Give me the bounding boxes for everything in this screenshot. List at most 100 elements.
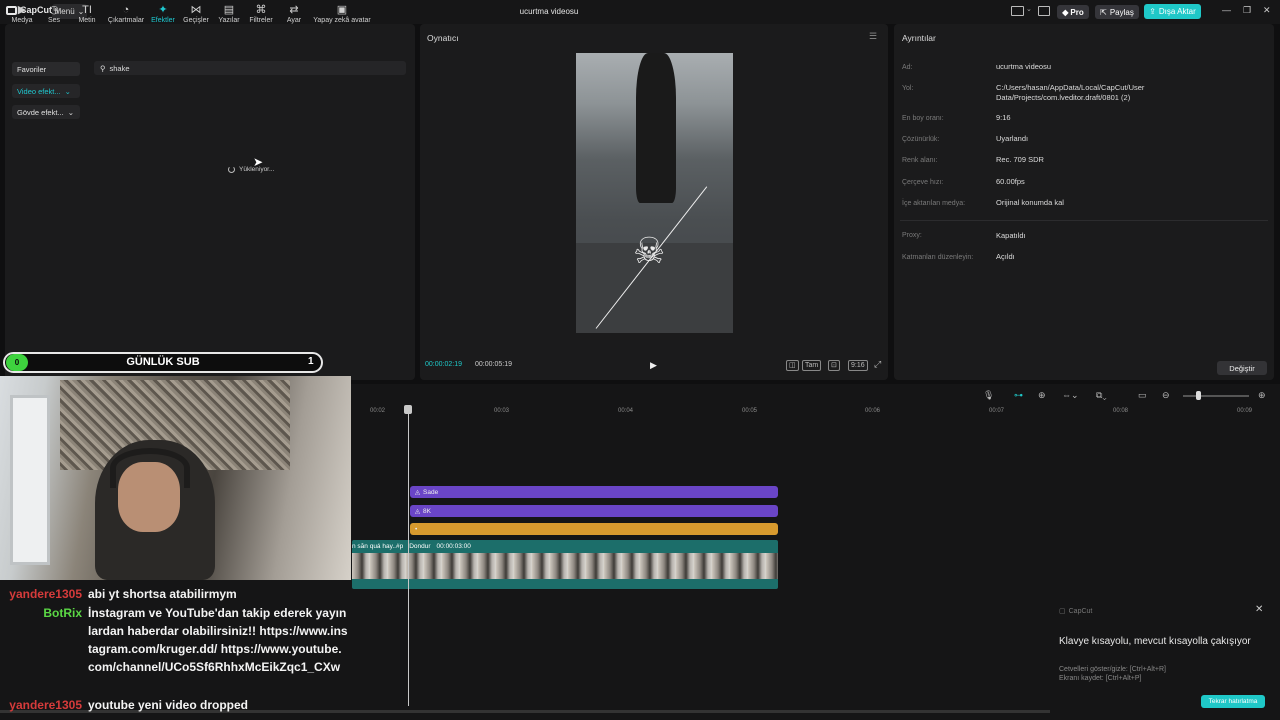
effect-clip[interactable]: ◬ Sade: [410, 486, 778, 498]
ruler-tick: 00:02: [370, 408, 386, 414]
tool-label: Ses: [47, 17, 61, 24]
clip-status: Dondur: [409, 543, 431, 550]
clip-name: n săn quá hay..#p: [352, 543, 404, 550]
chat-text: İnstagram ve YouTube'dan takip ederek ya…: [88, 606, 348, 674]
sidebar-item-label: Video efekt...: [17, 86, 61, 96]
chat-username: BotRix: [43, 606, 82, 620]
change-button[interactable]: Değiştir: [1217, 361, 1267, 375]
detail-value: Açıldı: [996, 252, 1015, 261]
headphones-icon: [110, 448, 190, 488]
fullscreen-icon[interactable]: ⤢: [874, 359, 881, 370]
sidebar-favorites[interactable]: Favoriler: [12, 62, 80, 76]
playhead[interactable]: [408, 406, 409, 706]
close-icon[interactable]: ✕: [1263, 5, 1271, 16]
text-icon: TI: [82, 4, 92, 16]
tool-effects[interactable]: ✦ Efektler: [145, 3, 181, 24]
snapshot-icon[interactable]: ◫: [786, 360, 799, 371]
pro-label: Pro: [1070, 7, 1084, 17]
current-time: 00:00:02:19: [425, 361, 462, 368]
tool-captions[interactable]: ▤ Yazılar: [211, 3, 247, 24]
sticker-clip[interactable]: •: [410, 523, 778, 535]
person-figure: [636, 53, 676, 203]
crop-icon[interactable]: ⊡: [828, 360, 840, 371]
detail-value: Uyarlandı: [996, 134, 1029, 143]
avatar-icon: ▣: [336, 4, 348, 16]
sidebar-video-effects[interactable]: Video efekt... ⌄: [12, 84, 80, 98]
player-title: Oynatıcı: [427, 33, 459, 43]
tool-stickers[interactable]: ◔ Çıkartmalar: [104, 3, 148, 24]
effect-clip[interactable]: ◬ 8K: [410, 505, 778, 517]
microphone-icon[interactable]: 🎙: [983, 390, 994, 401]
ruler-tick: 00:07: [989, 408, 1005, 414]
ratio-button[interactable]: 9:16: [848, 360, 868, 371]
snap-icon[interactable]: ⇔⌄: [1062, 390, 1079, 401]
effects-search-input[interactable]: ⚲ shake: [94, 61, 406, 75]
tool-transitions[interactable]: ⋈ Geçişler: [178, 3, 214, 24]
quality-button[interactable]: Tam: [802, 360, 822, 371]
detail-label: Yol:: [902, 85, 914, 92]
chat-message: yandere1305 youtube yeni video dropped: [0, 696, 352, 714]
ruler-tick: 00:08: [1113, 408, 1129, 414]
chevron-down-icon[interactable]: ⌄: [1026, 5, 1032, 13]
chat-message: BotRix İnstagram ve YouTube'dan takip ede…: [0, 604, 352, 676]
detail-value: ucurtma videosu: [996, 62, 1052, 71]
details-title: Ayrıntılar: [902, 33, 936, 43]
tool-filters[interactable]: ⌘ Filtreler: [243, 3, 279, 24]
preview-axis-icon[interactable]: ⧉⌄: [1096, 390, 1107, 401]
filters-icon: ⌘: [255, 4, 267, 16]
menu-lines-icon[interactable]: ☰: [869, 31, 877, 42]
tool-audio[interactable]: ◷ Ses: [36, 3, 72, 24]
restore-icon[interactable]: ❐: [1243, 5, 1251, 16]
close-icon[interactable]: ✕: [1255, 604, 1263, 615]
detail-value: 9:16: [996, 113, 1011, 122]
pro-icon: ◆: [1062, 7, 1069, 17]
toast-line: Ekranı kaydet: [Ctrl+Alt+P]: [1059, 675, 1142, 682]
zoom-slider[interactable]: [1183, 395, 1249, 397]
tool-text[interactable]: TI Metin: [69, 3, 105, 24]
detail-label: En boy oranı:: [902, 115, 944, 122]
skull-icon: ☠: [633, 230, 666, 271]
pro-button[interactable]: ◆ Pro: [1057, 5, 1089, 19]
audio-icon: ◷: [49, 4, 59, 16]
link-icon[interactable]: ⊶: [1014, 390, 1023, 401]
zoom-in-icon[interactable]: ⊕: [1258, 390, 1266, 401]
tool-adjust[interactable]: ⇄ Ayar: [276, 3, 312, 24]
clip-label: Sade: [423, 488, 439, 496]
total-time: 00:00:05:19: [475, 361, 512, 368]
sidebar-body-effects[interactable]: Gövde efekt... ⌄: [12, 105, 80, 119]
video-preview[interactable]: [576, 53, 733, 333]
spinner-icon: [228, 166, 235, 173]
keyboard-icon[interactable]: [1038, 6, 1050, 16]
detail-label: Renk alanı:: [902, 157, 938, 164]
share-button[interactable]: ⇱ Paylaş: [1095, 5, 1139, 19]
split-icon[interactable]: ⊕: [1038, 390, 1046, 401]
tool-label: Yazılar: [218, 17, 240, 24]
export-icon: ⇪: [1149, 7, 1156, 16]
zoom-slider-handle[interactable]: [1196, 391, 1201, 400]
share-icon: ⇱: [1100, 7, 1107, 17]
remind-again-button[interactable]: Tekrar hatırlatma: [1201, 695, 1265, 708]
ruler-tick: 00:06: [865, 408, 881, 414]
transitions-icon: ⋈: [190, 4, 202, 16]
effect-clip-icon: ◬: [415, 508, 420, 515]
zoom-out-icon[interactable]: ⊖: [1162, 390, 1170, 401]
tool-ai-avatar[interactable]: ▣ Yapay zekâ avatar: [310, 3, 374, 24]
detail-label: İçe aktarılan medya:: [902, 200, 966, 207]
playhead-handle[interactable]: [404, 405, 412, 414]
tool-media[interactable]: ▶ Medya: [4, 3, 40, 24]
capcut-logo-icon: ▢: [1059, 608, 1066, 615]
tool-label: Medya: [11, 17, 33, 24]
detail-value: C:/Users/hasan/AppData/Local/CapCut/User…: [996, 83, 1145, 102]
export-button[interactable]: ⇪ Dışa Aktar: [1144, 4, 1201, 19]
detail-label: Çerçeve hızı:: [902, 179, 944, 186]
sub-goal-target: 1: [308, 356, 314, 367]
adjust-icon: ⇄: [289, 4, 299, 16]
minimize-icon[interactable]: —: [1222, 5, 1231, 15]
chat-username: yandere1305: [9, 698, 82, 712]
tool-label: Yapay zekâ avatar: [313, 17, 371, 24]
play-icon[interactable]: ▶: [650, 360, 657, 371]
caption-icon[interactable]: ▭: [1138, 390, 1147, 401]
layout-icon[interactable]: [1011, 6, 1024, 16]
search-icon: ⚲: [100, 63, 106, 73]
chevron-down-icon: ⌄: [67, 107, 74, 117]
